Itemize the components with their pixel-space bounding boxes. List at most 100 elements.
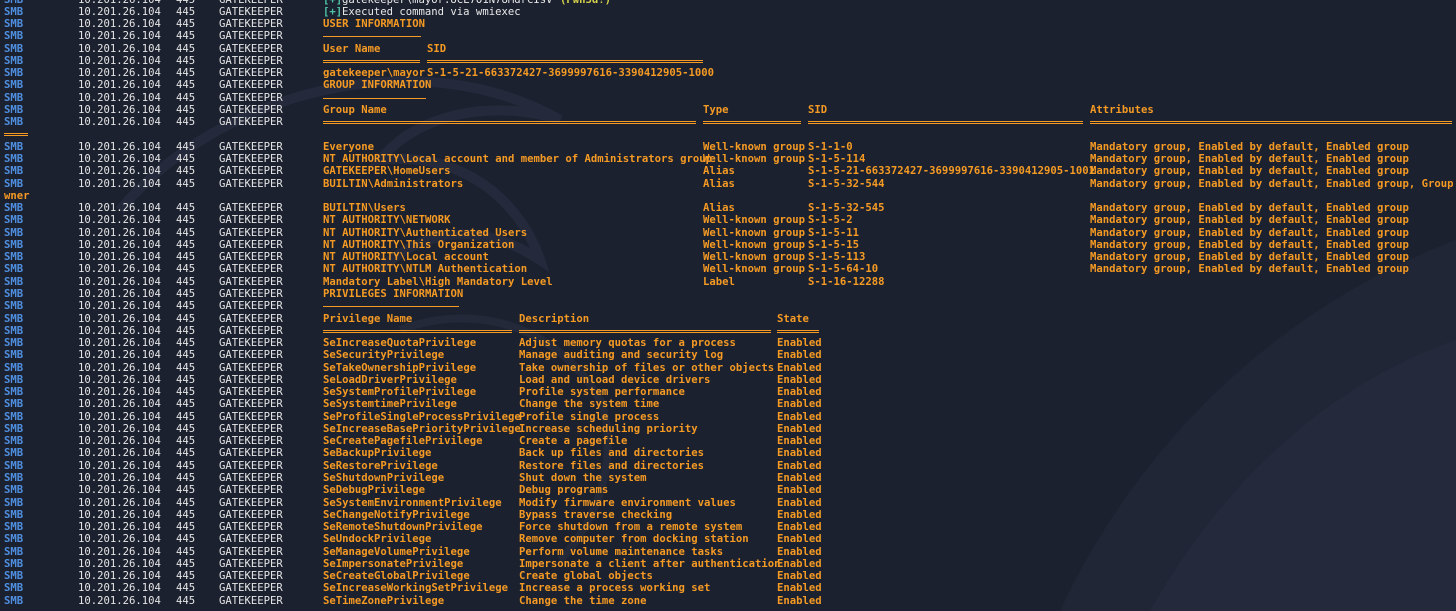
target-ip: 10.201.26.104 <box>78 398 161 411</box>
target-port: 445 <box>176 214 196 227</box>
target-host: GATEKEEPER <box>219 42 283 55</box>
target-host: GATEKEEPER <box>219 361 283 374</box>
target-ip: 10.201.26.104 <box>78 165 161 178</box>
user-name-value: gatekeeper\mayor <box>323 67 426 80</box>
target-port: 445 <box>176 410 196 423</box>
terminal-line: SMB 10.201.26.104 445 GATEKEEPER SeProfileSi… <box>0 411 1456 423</box>
target-ip: 10.201.26.104 <box>78 459 161 472</box>
target-port: 445 <box>176 545 196 558</box>
group-name: GATEKEEPER\HomeUsers <box>323 165 451 178</box>
target-host: GATEKEEPER <box>219 226 283 239</box>
terminal-line: SMB 10.201.26.104 445 GATEKEEPER SeUndockPri… <box>0 533 1456 545</box>
group-name-column-header: Group Name <box>323 103 387 116</box>
protocol-tag: SMB <box>4 103 24 116</box>
target-host: GATEKEEPER <box>219 263 283 276</box>
terminal-line: SMB 10.201.26.104 445 GATEKEEPER SeSystemEnv… <box>0 497 1456 509</box>
target-host: GATEKEEPER <box>219 447 283 460</box>
group-attributes: Mandatory group, Enabled by default, Ena… <box>1090 238 1409 251</box>
terminal-line: SMB 10.201.26.104 445 GATEKEEPER Everyone Wel… <box>0 141 1456 153</box>
privilege-name: SeRestorePrivilege <box>323 459 438 472</box>
target-port: 445 <box>176 226 196 239</box>
privilege-name: SeTakeOwnershipPrivilege <box>323 361 477 374</box>
privilege-name: SeSystemtimePrivilege <box>323 398 457 411</box>
group-attributes: Mandatory group, Enabled by default, Ena… <box>1090 263 1409 276</box>
target-ip: 10.201.26.104 <box>78 410 161 423</box>
terminal-line: SMB 10.201.26.104 445 GATEKEEPER NT AUTHORIT… <box>0 239 1456 251</box>
protocol-tag: SMB <box>4 67 24 80</box>
terminal-line: SMB 10.201.26.104 445 GATEKEEPER SeTimeZoneP… <box>0 595 1456 607</box>
group-sid: S-1-5-114 <box>808 153 866 165</box>
target-ip: 10.201.26.104 <box>78 582 161 595</box>
target-port: 445 <box>176 177 196 190</box>
privilege-name-rule <box>323 329 512 333</box>
target-ip: 10.201.26.104 <box>78 447 161 460</box>
target-host: GATEKEEPER <box>219 5 283 18</box>
group-sid: S-1-1-0 <box>808 140 853 153</box>
target-host: GATEKEEPER <box>219 153 283 165</box>
target-host: GATEKEEPER <box>219 570 283 583</box>
protocol-tag: SMB <box>4 570 24 583</box>
terminal-line: SMB 10.201.26.104 445 GATEKEEPER <box>0 325 1456 337</box>
target-host: GATEKEEPER <box>219 557 283 570</box>
target-ip: 10.201.26.104 <box>78 521 161 534</box>
group-name: NT AUTHORITY\Local account and member of… <box>323 153 713 165</box>
protocol-tag: SMB <box>4 54 24 67</box>
privilege-name: SeRemoteShutdownPrivilege <box>323 521 483 534</box>
target-port: 445 <box>176 472 196 485</box>
target-port: 445 <box>176 300 196 313</box>
target-ip: 10.201.26.104 <box>78 251 161 264</box>
privilege-name: SeSecurityPrivilege <box>323 349 445 362</box>
group-type: Label <box>703 275 735 288</box>
group-name: BUILTIN\Users <box>323 202 406 215</box>
group-name: NT AUTHORITY\Authenticated Users <box>323 226 528 239</box>
privilege-description: Force shutdown from a remote system <box>519 521 743 534</box>
target-host: GATEKEEPER <box>219 386 283 399</box>
target-ip: 10.201.26.104 <box>78 386 161 399</box>
group-attributes: Mandatory group, Enabled by default, Ena… <box>1090 202 1409 215</box>
target-ip: 10.201.26.104 <box>78 54 161 67</box>
group-name: NT AUTHORITY\Local account <box>323 251 489 264</box>
target-port: 445 <box>176 238 196 251</box>
target-host: GATEKEEPER <box>219 202 283 215</box>
target-host: GATEKEEPER <box>219 533 283 546</box>
terminal-window[interactable]: SMB 10.201.26.104 445 GATEKEEPER [+] gatekeep… <box>0 0 1456 611</box>
group-type: Well-known group <box>703 140 806 153</box>
target-port: 445 <box>176 459 196 472</box>
protocol-tag: SMB <box>4 496 24 509</box>
target-ip: 10.201.26.104 <box>78 300 161 313</box>
privilege-description: Restore files and directories <box>519 459 704 472</box>
target-ip: 10.201.26.104 <box>78 42 161 55</box>
target-host: GATEKEEPER <box>219 472 283 485</box>
privilege-description: Adjust memory quotas for a process <box>519 337 736 350</box>
privilege-state: Enabled <box>777 386 822 399</box>
terminal-line: SMB 10.201.26.104 445 GATEKEEPER SeSystemtim… <box>0 398 1456 410</box>
privileges-info-heading: PRIVILEGES INFORMATION <box>323 287 464 300</box>
protocol-tag: SMB <box>4 521 24 534</box>
privilege-name: SeTimeZonePrivilege <box>323 594 445 607</box>
group-attributes: Mandatory group, Enabled by default, Ena… <box>1090 153 1409 165</box>
target-ip: 10.201.26.104 <box>78 116 161 129</box>
protocol-tag: SMB <box>4 582 24 595</box>
terminal-line: SMB 10.201.26.104 445 GATEKEEPER gatekeeper\… <box>0 67 1456 79</box>
terminal-line: SMB 10.201.26.104 445 GATEKEEPER NT AUTHORIT… <box>0 153 1456 165</box>
terminal-line: SMB 10.201.26.104 445 GATEKEEPER SeDebugPriv… <box>0 484 1456 496</box>
protocol-tag: SMB <box>4 287 24 300</box>
target-host: GATEKEEPER <box>219 91 283 104</box>
terminal-line: SMB 10.201.26.104 445 GATEKEEPER BUILTIN\Adm… <box>0 178 1456 190</box>
protocol-tag: SMB <box>4 557 24 570</box>
target-port: 445 <box>176 496 196 509</box>
target-ip: 10.201.26.104 <box>78 30 161 43</box>
protocol-tag: SMB <box>4 140 24 153</box>
terminal-line: SMB 10.201.26.104 445 GATEKEEPER NT AUTHORIT… <box>0 227 1456 239</box>
privilege-state: Enabled <box>777 496 822 509</box>
privilege-description: Change the system time <box>519 398 660 411</box>
privilege-description: Increase a process working set <box>519 582 711 595</box>
target-port: 445 <box>176 337 196 350</box>
group-name-rule <box>323 121 696 125</box>
terminal-line: SMB 10.201.26.104 445 GATEKEEPER SeShutdownP… <box>0 472 1456 484</box>
attributes-rule <box>1090 121 1452 125</box>
privilege-description: Create global objects <box>519 570 653 583</box>
protocol-tag: SMB <box>4 18 24 31</box>
privilege-description: Change the time zone <box>519 594 647 607</box>
terminal-line: SMB 10.201.26.104 445 GATEKEEPER GROUP INFOR… <box>0 79 1456 91</box>
